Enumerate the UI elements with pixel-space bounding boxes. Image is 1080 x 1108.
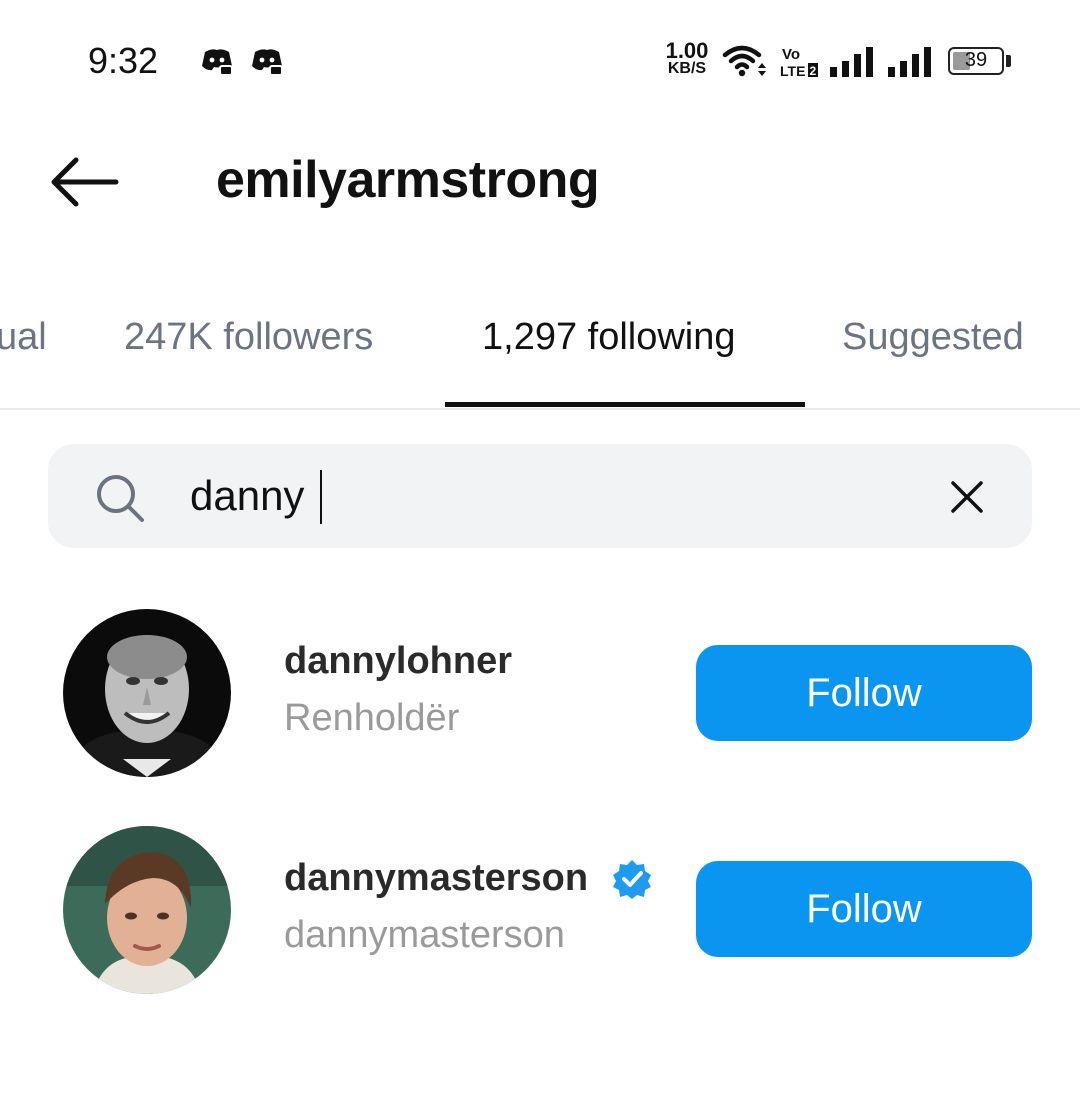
page-title: emilyarmstrong <box>216 151 600 209</box>
back-button[interactable] <box>46 152 122 212</box>
status-time: 9:32 <box>88 40 159 81</box>
network-speed-value: 1.00 <box>665 38 709 63</box>
discord-icon <box>202 49 233 76</box>
active-tab-indicator <box>445 402 805 407</box>
tab-following[interactable]: 1,297 following <box>482 316 736 359</box>
tab-divider <box>0 408 1080 410</box>
result-username[interactable]: dannylohner <box>284 640 512 683</box>
result-username[interactable]: dannymasterson <box>284 857 588 900</box>
clear-search-button[interactable] <box>944 474 990 520</box>
signal-icon <box>888 47 931 77</box>
signal-icon <box>830 47 873 77</box>
result-full-name: Renholdër <box>284 697 460 739</box>
follow-button[interactable]: Follow <box>696 861 1032 957</box>
search-icon <box>97 475 144 522</box>
profile-photo-dannymasterson <box>63 826 231 994</box>
verified-badge-icon <box>613 860 651 899</box>
tab-mutual[interactable]: ual <box>0 316 47 359</box>
avatar[interactable] <box>63 826 231 994</box>
close-icon <box>951 481 983 513</box>
search-input[interactable] <box>190 466 890 526</box>
svg-text:LTE: LTE <box>780 63 805 79</box>
tab-followers[interactable]: 247K followers <box>124 316 373 359</box>
battery-icon: 39 <box>948 47 1004 75</box>
avatar[interactable] <box>63 609 231 777</box>
discord-icon <box>252 49 283 76</box>
svg-text:Vo: Vo <box>782 46 800 63</box>
network-speed-unit: KB/S <box>667 60 707 77</box>
network-speed: 1.00 KB/S <box>662 38 712 78</box>
svg-text:2: 2 <box>810 64 817 78</box>
battery-tip <box>1006 55 1011 67</box>
profile-photo-dannylohner <box>63 609 231 777</box>
arrow-left-icon <box>51 157 119 207</box>
volte-lte2-icon: Vo LTE 2 <box>780 46 818 79</box>
battery-level: 39 <box>964 49 988 71</box>
follow-button[interactable]: Follow <box>696 645 1032 741</box>
wifi-icon <box>722 45 766 77</box>
text-caret <box>320 470 322 524</box>
tab-suggested[interactable]: Suggested <box>842 316 1024 359</box>
result-subtitle: dannymasterson <box>284 914 565 956</box>
